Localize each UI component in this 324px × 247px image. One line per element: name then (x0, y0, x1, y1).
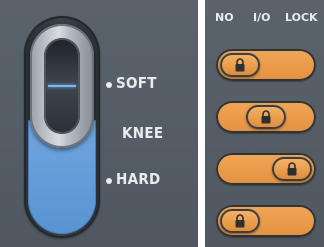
header-lock: LOCK (285, 11, 318, 24)
hard-label[interactable]: HARD (116, 170, 161, 188)
toggle-knob[interactable] (220, 53, 260, 77)
lock-toggle-row-3[interactable] (216, 153, 316, 185)
soft-indicator-dot (106, 82, 112, 88)
toggle-knob[interactable] (272, 157, 312, 181)
header-io: I/O (253, 11, 271, 24)
lock-toggle-row-1[interactable] (216, 49, 316, 81)
lock-icon (235, 58, 245, 72)
knee-panel: SOFT KNEE HARD (0, 0, 198, 247)
knee-switch-handle-grip (44, 38, 80, 134)
toggle-knob[interactable] (246, 105, 286, 129)
lock-icon (235, 214, 245, 228)
hard-indicator-dot (106, 178, 112, 184)
lock-toggle-row-2[interactable] (216, 101, 316, 133)
lock-toggle-row-4[interactable] (216, 205, 316, 237)
header-no: NO (215, 11, 234, 24)
lock-icon (287, 162, 297, 176)
soft-label[interactable]: SOFT (116, 74, 157, 92)
knee-label: KNEE (122, 124, 164, 142)
toggle-knob[interactable] (220, 209, 260, 233)
knee-switch-handle[interactable] (30, 24, 94, 148)
lock-icon (261, 110, 271, 124)
knee-switch-indicator (48, 85, 76, 87)
